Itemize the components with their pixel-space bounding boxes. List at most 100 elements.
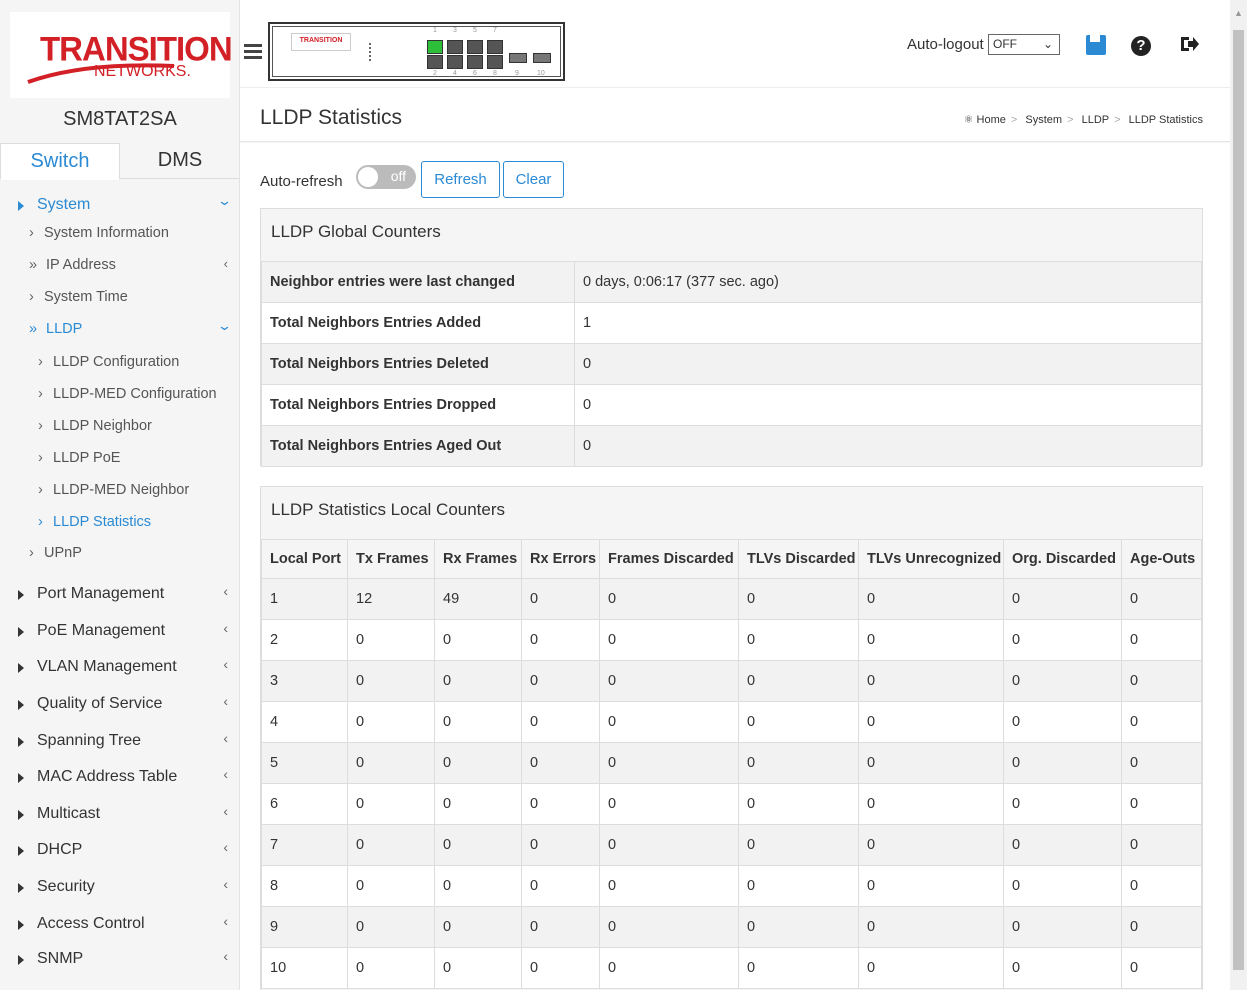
nav-upnp-label: UPnP bbox=[44, 545, 82, 561]
table-row: 600000000 bbox=[261, 783, 1202, 825]
scrollbar-thumb[interactable] bbox=[1233, 30, 1244, 970]
port-4[interactable] bbox=[447, 55, 463, 69]
column-header: Org. Discarded bbox=[1003, 539, 1122, 579]
table-cell: 0 bbox=[434, 742, 522, 784]
brand-logo[interactable]: TRANSITION NETWORKS. bbox=[10, 12, 233, 98]
table-cell: 0 bbox=[347, 619, 435, 661]
table-cell: 0 bbox=[521, 701, 600, 743]
caret-right-icon bbox=[18, 955, 24, 965]
breadcrumb-separator: > bbox=[1067, 114, 1074, 126]
tab-switch[interactable]: Switch bbox=[0, 143, 120, 180]
chevron-left-icon: ‹ bbox=[223, 730, 228, 746]
table-cell: 7 bbox=[261, 824, 348, 866]
port-5[interactable] bbox=[467, 40, 483, 54]
table-cell: 0 bbox=[434, 865, 522, 907]
page-scrollbar[interactable]: ▲ bbox=[1230, 0, 1247, 990]
table-cell: 0 bbox=[599, 660, 739, 702]
table-cell: 0 bbox=[599, 824, 739, 866]
global-counters-panel: LLDP Global Counters Neighbor entries we… bbox=[260, 208, 1203, 467]
table-cell: 0 bbox=[1121, 947, 1202, 989]
table-cell: 49 bbox=[434, 578, 522, 620]
port-6[interactable] bbox=[467, 55, 483, 69]
table-cell: 0 bbox=[521, 947, 600, 989]
counter-value: 0 bbox=[574, 425, 1202, 467]
port-7[interactable] bbox=[487, 40, 503, 54]
port-9[interactable] bbox=[509, 53, 527, 63]
port-2[interactable] bbox=[427, 55, 443, 69]
chevron-left-icon: ‹ bbox=[223, 803, 228, 819]
nav-group-label: DHCP bbox=[37, 841, 83, 858]
table-cell: 0 bbox=[1121, 783, 1202, 825]
table-row: Total Neighbors Entries Aged Out 0 bbox=[261, 425, 1202, 467]
table-cell: 0 bbox=[521, 742, 600, 784]
page-title: LLDP Statistics bbox=[260, 106, 403, 129]
home-icon: ⚛ bbox=[963, 114, 974, 126]
panel-logo: TRANSITION bbox=[291, 33, 351, 51]
counter-label: Neighbor entries were last changed bbox=[261, 261, 575, 303]
port-10[interactable] bbox=[533, 53, 551, 63]
caret-right-icon bbox=[18, 663, 24, 673]
table-cell: 5 bbox=[261, 742, 348, 784]
table-cell: 0 bbox=[858, 660, 1004, 702]
table-header-row: Local Port Tx Frames Rx Frames Rx Errors… bbox=[261, 539, 1202, 579]
breadcrumb-system[interactable]: System bbox=[1025, 114, 1062, 126]
table-cell: 0 bbox=[347, 947, 435, 989]
table-row: 10 0 0 0 0 0 0 0 0 bbox=[261, 947, 1202, 989]
chevron-left-icon: ‹ bbox=[223, 876, 228, 892]
auto-refresh-label: Auto-refresh bbox=[260, 173, 343, 190]
chevron-left-icon: ‹ bbox=[223, 583, 228, 599]
port-8[interactable] bbox=[487, 55, 503, 69]
table-cell: 0 bbox=[1121, 660, 1202, 702]
breadcrumb-lldp[interactable]: LLDP bbox=[1082, 114, 1110, 126]
table-cell: 0 bbox=[347, 742, 435, 784]
table-cell: 0 bbox=[1003, 865, 1122, 907]
table-cell: 0 bbox=[521, 865, 600, 907]
table-cell: 0 bbox=[1003, 660, 1122, 702]
table-cell: 0 bbox=[1003, 742, 1122, 784]
caret-right-icon bbox=[18, 810, 24, 820]
nav-group-label: PoE Management bbox=[37, 622, 166, 639]
table-cell: 0 bbox=[521, 578, 600, 620]
chevron-left-icon: ‹ bbox=[223, 693, 228, 709]
table-row: Total Neighbors Entries Deleted 0 bbox=[261, 343, 1202, 385]
chevron-right-icon: › bbox=[38, 354, 43, 370]
scroll-up-icon[interactable]: ▲ bbox=[1234, 8, 1243, 18]
table-cell: 0 bbox=[347, 824, 435, 866]
port-number-label: 9 bbox=[515, 70, 519, 77]
app-window: TRANSITION NETWORKS. SM8TAT2SA Switch DM… bbox=[0, 0, 1247, 990]
caret-right-icon bbox=[18, 773, 24, 783]
table-cell: 0 bbox=[1121, 578, 1202, 620]
chevron-right-icon: › bbox=[29, 289, 34, 305]
port-number-label: 2 bbox=[433, 70, 437, 77]
counter-value: 0 days, 0:06:17 (377 sec. ago) bbox=[574, 261, 1202, 303]
nav-group-label: SNMP bbox=[37, 950, 84, 967]
chevron-down-icon: ⌄ bbox=[216, 193, 233, 208]
caret-right-icon bbox=[18, 846, 24, 856]
save-icon[interactable] bbox=[1085, 34, 1107, 62]
port-number-label: 7 bbox=[493, 27, 497, 34]
port-number-label: 10 bbox=[537, 70, 545, 77]
table-cell: 0 bbox=[858, 578, 1004, 620]
port-1[interactable] bbox=[427, 40, 443, 54]
table-cell: 0 bbox=[1121, 906, 1202, 948]
breadcrumb-home[interactable]: Home bbox=[977, 114, 1006, 126]
toggle-knob bbox=[358, 167, 378, 187]
table-cell: 0 bbox=[599, 865, 739, 907]
table-row: 400000000 bbox=[261, 701, 1202, 743]
port-3[interactable] bbox=[447, 40, 463, 54]
tab-dms[interactable]: DMS bbox=[120, 143, 239, 179]
hamburger-menu-icon[interactable] bbox=[244, 44, 262, 62]
chevron-down-icon: ⌄ bbox=[216, 318, 233, 333]
auto-refresh-toggle[interactable]: off bbox=[356, 165, 416, 189]
table-cell: 0 bbox=[347, 783, 435, 825]
nav-system-label: System bbox=[37, 196, 91, 213]
clear-button[interactable]: Clear bbox=[503, 161, 564, 198]
auto-logout-label: Auto-logout bbox=[907, 36, 984, 53]
logout-icon[interactable] bbox=[1178, 33, 1200, 61]
chevron-left-icon: ‹ bbox=[223, 766, 228, 782]
auto-logout-select[interactable]: OFF ⌄ bbox=[988, 34, 1060, 55]
refresh-button[interactable]: Refresh bbox=[421, 161, 500, 198]
counter-label: Total Neighbors Entries Aged Out bbox=[261, 425, 575, 467]
help-icon[interactable]: ? bbox=[1131, 36, 1151, 56]
local-counters-panel: LLDP Statistics Local Counters Local Por… bbox=[260, 486, 1203, 990]
